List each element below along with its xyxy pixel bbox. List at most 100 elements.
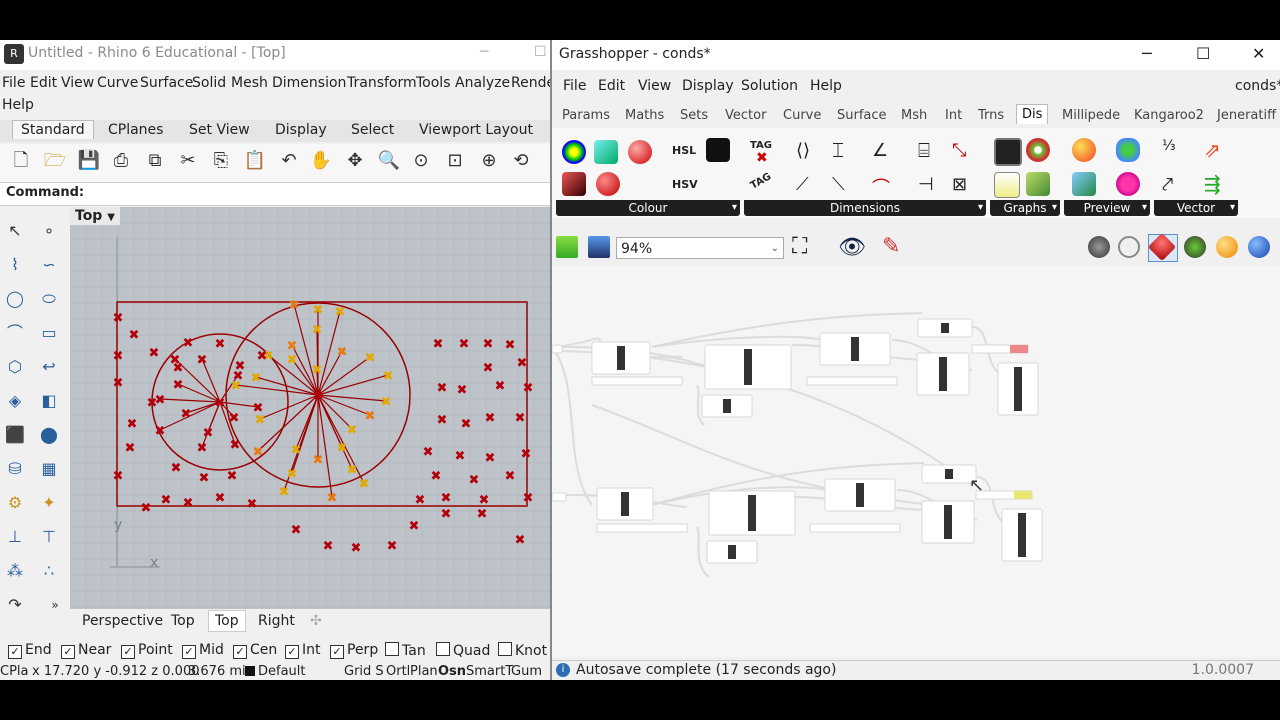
aligned-dimension-icon[interactable]: ⌶ (832, 138, 844, 162)
box-icon[interactable]: ⬛ (2, 422, 28, 448)
legend-icon[interactable] (994, 172, 1020, 198)
panel-graphs-label[interactable]: Graphs ▾ (990, 200, 1060, 216)
gh-close-icon[interactable]: ✕ (1252, 44, 1265, 63)
view-tab-perspective[interactable]: Perspective (82, 613, 163, 629)
gh-menu-file[interactable]: File (563, 78, 586, 94)
menu-curve[interactable]: Curve (97, 75, 138, 91)
osnap-mid[interactable]: ✓ Mid (182, 642, 224, 659)
save-icon[interactable]: 💾 (76, 148, 102, 174)
cut-icon[interactable]: ✂ (175, 148, 201, 174)
osnap-tan[interactable]: Tan (385, 642, 426, 659)
osnap-perp[interactable]: ✓ Perp (330, 642, 378, 659)
line-dimension-icon[interactable]: ⟍ (832, 174, 845, 195)
custom-preview-icon[interactable] (1072, 138, 1096, 162)
gh-tab-millipede[interactable]: Millipede (1062, 108, 1120, 123)
gh-tab-kangaroo2[interactable]: Kangaroo2 (1134, 108, 1204, 123)
point-order-icon[interactable]: ⤤ (1162, 172, 1173, 196)
surface-icon[interactable]: ◈ (2, 388, 28, 414)
input-param[interactable] (552, 492, 567, 502)
tag-delete-icon[interactable]: ✖ (756, 150, 768, 166)
ungroup-icon[interactable]: ∴ (36, 558, 62, 584)
menu-file[interactable]: File (2, 75, 25, 91)
status-osnap[interactable]: Osn (438, 664, 466, 679)
fillet-icon[interactable]: ↩ (36, 354, 62, 380)
gh-tab-params[interactable]: Params (562, 108, 610, 123)
linear-dimension-icon[interactable]: ⟋ (796, 174, 809, 195)
gh-menu-solution[interactable]: Solution (741, 78, 798, 94)
rectangle-icon[interactable]: ▭ (36, 320, 62, 346)
copy-icon[interactable]: ⎘ (208, 148, 234, 174)
colour-hsl-icon[interactable]: HSL (672, 144, 696, 157)
quick-graph-icon[interactable] (1026, 172, 1050, 196)
rotate-view-icon[interactable]: ✥ (342, 148, 368, 174)
pie-chart-icon[interactable] (1026, 138, 1050, 162)
sweep-icon[interactable]: ↷ (2, 592, 28, 618)
gh-menu-view[interactable]: View (638, 78, 671, 94)
gh-tab-surface[interactable]: Surface (837, 108, 887, 123)
export-icon[interactable]: ⧉ (142, 148, 168, 174)
gh-menu-help[interactable]: Help (810, 78, 842, 94)
gear-icon[interactable]: ⚙ (2, 490, 28, 516)
menu-solid[interactable]: Solid (192, 75, 226, 91)
top-viewport[interactable]: ✖ ✖ ✖ ✖ ✖ ✖ ✖ ✖ ✖ ✖ ✖ ✖ ✖ ✖ ✖ ✖ ✖ ✖ ✖ ✖ ✖ ✖ ✖ ✖ ✖ ✖ ✖ ✖ ✖ ✖ ✖ ✖ ✖ ✖ ✖ ✖ ✖ ✖ ✖ ✖… (70, 207, 550, 609)
gh-tab-vector[interactable]: Vector (725, 108, 766, 123)
split-icon[interactable]: ⊤ (36, 524, 62, 550)
trim-icon[interactable]: ⊥ (2, 524, 28, 550)
osnap-cen[interactable]: ✓ Cen (233, 642, 277, 659)
angular-dimension-icon[interactable]: ⟨⟩ (796, 140, 810, 161)
save-file-icon[interactable] (588, 236, 610, 258)
zoom-extents-icon[interactable]: ⊡ (442, 148, 468, 174)
tab-cplanes[interactable]: CPlanes (108, 122, 163, 138)
panel-pin-icon[interactable]: ▾ (1230, 200, 1235, 216)
menu-render[interactable]: Rende (511, 75, 550, 91)
preview-mesh-icon[interactable] (1248, 236, 1270, 258)
tab-select[interactable]: Select (351, 122, 394, 138)
osnap-cen-checkbox[interactable]: ✓ (233, 645, 247, 659)
menu-mesh[interactable]: Mesh (231, 75, 268, 91)
tag-rotated-icon[interactable]: TAG (749, 171, 774, 192)
group-icon[interactable]: ⁂ (2, 558, 28, 584)
status-gumball[interactable]: Gum (511, 664, 542, 679)
gh-canvas[interactable]: ↖ (552, 265, 1280, 657)
vector-display-icon[interactable]: ⇗ (1204, 138, 1221, 162)
viewport-menu-arrow-icon[interactable]: ▼ (107, 212, 115, 223)
polyline-icon[interactable]: ⌇ (2, 252, 28, 278)
preview-selected-icon[interactable] (1184, 236, 1206, 258)
preview-off-icon[interactable] (1118, 236, 1140, 258)
number-slider[interactable] (596, 523, 688, 533)
osnap-knot[interactable]: Knot (498, 642, 547, 659)
menu-tools[interactable]: Tools (416, 75, 451, 91)
new-file-icon[interactable]: 🗋 (8, 148, 34, 174)
colour-hsv-icon[interactable]: HSV (672, 178, 698, 191)
osnap-mid-checkbox[interactable]: ✓ (182, 645, 196, 659)
number-slider[interactable] (806, 376, 898, 386)
gh-maximize-icon[interactable]: ☐ (1196, 44, 1210, 63)
boolean-icon[interactable]: ⬤ (36, 422, 62, 448)
print-icon[interactable]: ⎙ (108, 148, 134, 174)
point-list-icon[interactable]: ⅓ (1162, 138, 1176, 154)
osnap-end-checkbox[interactable]: ✓ (8, 645, 22, 659)
panel-dimensions-label[interactable]: Dimensions ▾ (744, 200, 986, 216)
ellipse-icon[interactable]: ⬭ (36, 286, 62, 312)
zoom-all-icon[interactable]: ⟲ (508, 148, 534, 174)
display-pattern-icon[interactable] (1072, 172, 1096, 196)
gh-document-name[interactable]: conds* (1235, 78, 1280, 94)
view-tab-top-1[interactable]: Top (171, 613, 195, 629)
menu-surface[interactable]: Surface (140, 75, 193, 91)
status-smarttrack[interactable]: SmartT (466, 664, 513, 679)
osnap-end[interactable]: ✓ End (8, 642, 52, 659)
preview-wireframe-icon[interactable] (1088, 236, 1110, 258)
osnap-near[interactable]: ✓ Near (61, 642, 111, 659)
add-view-tab-icon[interactable]: ✣ (310, 613, 322, 629)
tab-display[interactable]: Display (275, 122, 327, 138)
rhino-minimize-icon[interactable]: ─ (480, 44, 488, 60)
view-tab-right[interactable]: Right (258, 613, 295, 629)
panel-colour-label[interactable]: Colour ▾ (556, 200, 740, 216)
explode-icon[interactable]: ✦ (36, 490, 62, 516)
preview-document-icon[interactable] (1216, 236, 1238, 258)
cloud-display-icon[interactable] (1116, 172, 1140, 196)
osnap-point[interactable]: ✓ Point (121, 642, 173, 659)
tab-viewport-layout[interactable]: Viewport Layout (419, 122, 533, 138)
zoom-dropdown[interactable]: 94% ⌄ (616, 237, 784, 259)
status-layer[interactable]: Default (258, 664, 306, 679)
